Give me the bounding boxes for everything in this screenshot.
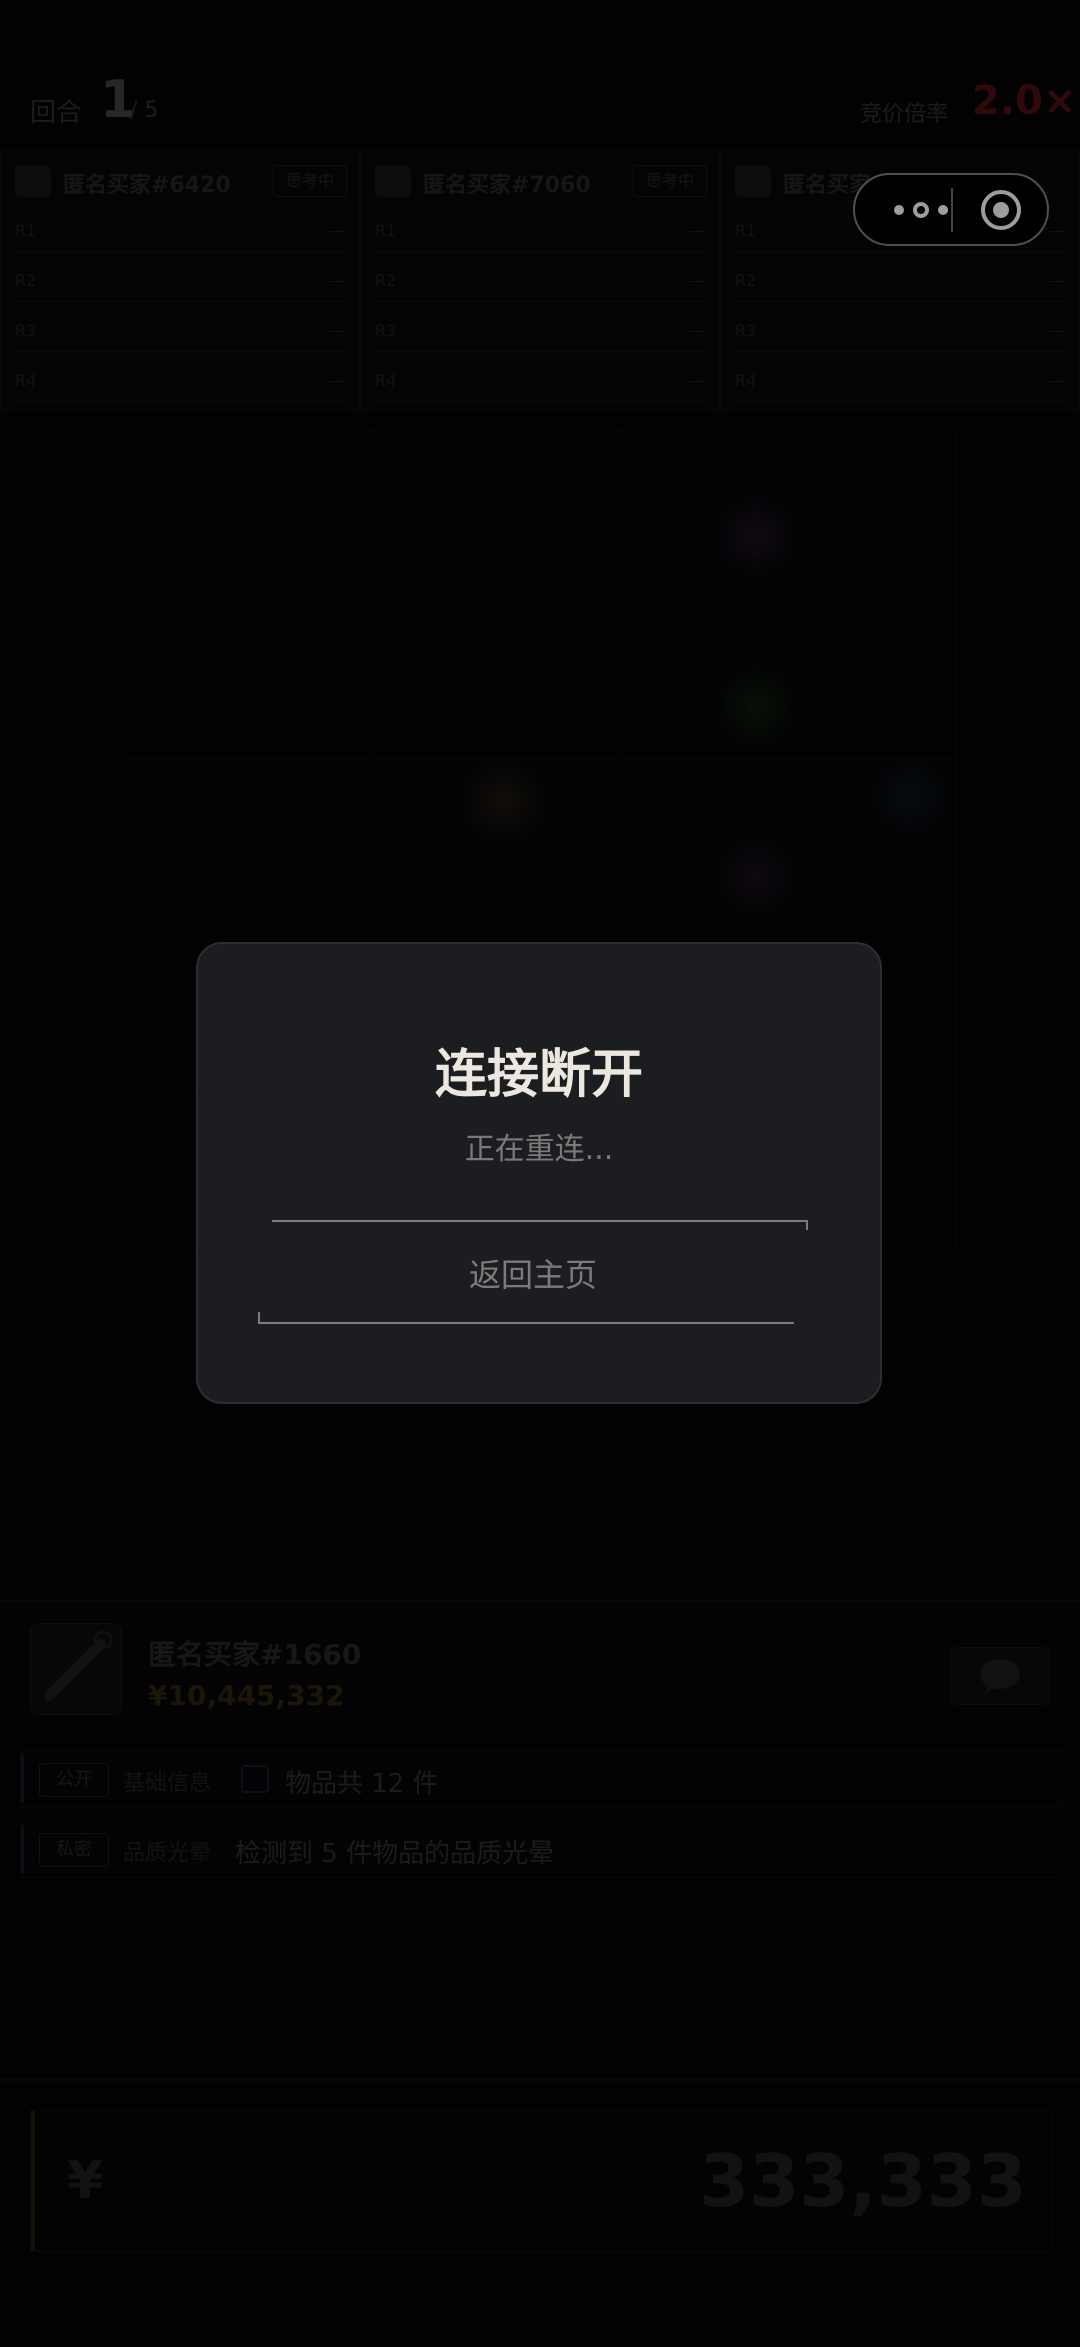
dialog-title: 连接断开 [434,1045,643,1105]
return-home-button[interactable]: 返回主页 [258,1220,808,1324]
dialog-message: 正在重连... [464,1132,614,1167]
return-home-label: 返回主页 [468,1256,597,1294]
disconnect-dialog: 连接断开 正在重连... 返回主页 [196,942,882,1404]
